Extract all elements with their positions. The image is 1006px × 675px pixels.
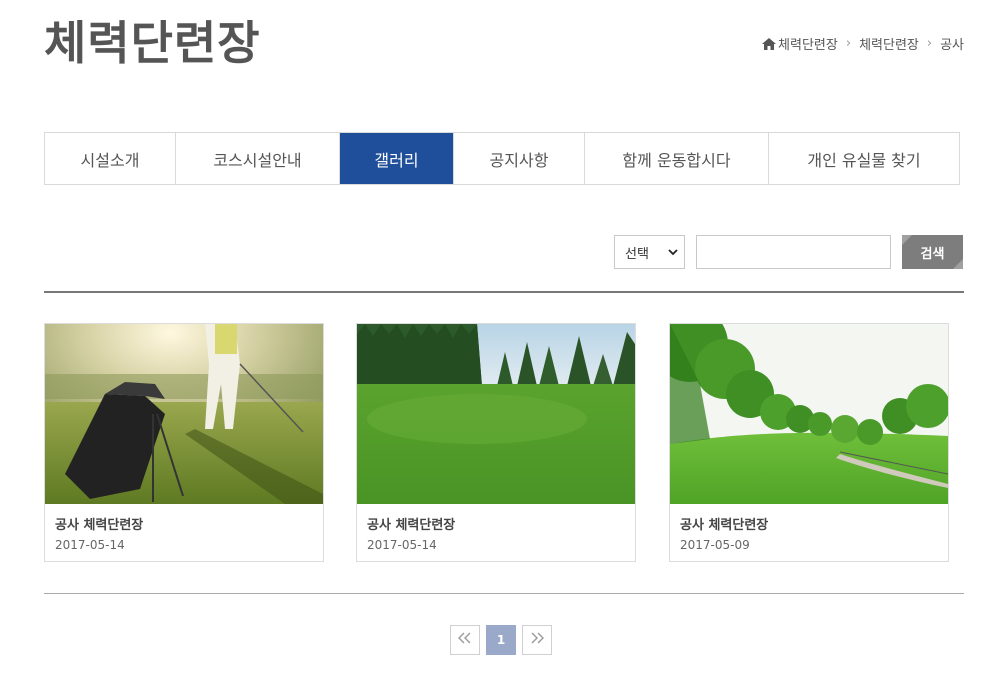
double-chevron-right-icon	[530, 632, 544, 648]
gallery-card-date: 2017-05-09	[680, 538, 750, 552]
search-type-value: 선택	[625, 246, 649, 262]
breadcrumb-home[interactable]: 체력단련장	[762, 34, 838, 53]
search-button-label: 검색	[920, 246, 945, 262]
breadcrumb-item[interactable]: 체력단련장	[778, 34, 838, 53]
chevron-right-icon: ›	[926, 36, 933, 51]
gallery-thumbnail[interactable]	[357, 324, 635, 504]
gallery-card-date: 2017-05-14	[367, 538, 437, 552]
page-title: 체력단련장	[44, 16, 261, 70]
search-type-select[interactable]: 선택	[614, 235, 685, 269]
gallery-thumbnail[interactable]	[45, 324, 323, 504]
tab-exercise-together[interactable]: 함께 운동합시다	[585, 133, 769, 184]
breadcrumb: 체력단련장 › 체력단련장 › 공사	[762, 34, 964, 53]
button-corner-decoration	[902, 235, 912, 245]
gallery-card-title[interactable]: 공사 체력단련장	[367, 514, 455, 533]
home-icon	[762, 37, 777, 50]
divider	[44, 593, 964, 594]
gallery-card[interactable]: 공사 체력단련장 2017-05-14	[44, 323, 324, 562]
search-input[interactable]	[696, 235, 891, 269]
tab-lost-and-found[interactable]: 개인 유실물 찾기	[769, 133, 959, 184]
tab-facility-intro[interactable]: 시설소개	[45, 133, 176, 184]
search-bar: 선택 검색	[614, 235, 963, 269]
search-button[interactable]: 검색	[902, 235, 963, 269]
breadcrumb-item: 공사	[940, 38, 964, 53]
next-page-button[interactable]	[522, 625, 552, 655]
tab-notices[interactable]: 공지사항	[454, 133, 585, 184]
pagination: 1	[450, 625, 552, 655]
tab-gallery[interactable]: 갤러리	[340, 133, 454, 184]
gallery-card-date: 2017-05-14	[55, 538, 125, 552]
gallery-card-title[interactable]: 공사 체력단련장	[680, 514, 768, 533]
gallery-card[interactable]: 공사 체력단련장 2017-05-09	[669, 323, 949, 562]
button-corner-decoration	[953, 259, 963, 269]
gallery-thumbnail[interactable]	[670, 324, 948, 504]
prev-page-button[interactable]	[450, 625, 480, 655]
chevron-right-icon: ›	[845, 36, 852, 51]
category-tabs: 시설소개 코스시설안내 갤러리 공지사항 함께 운동합시다 개인 유실물 찾기	[44, 132, 960, 185]
divider	[44, 291, 964, 293]
gallery-card-title[interactable]: 공사 체력단련장	[55, 514, 143, 533]
double-chevron-left-icon	[458, 632, 472, 648]
gallery-card[interactable]: 공사 체력단련장 2017-05-14	[356, 323, 636, 562]
chevron-down-icon	[668, 245, 678, 260]
page-number-current[interactable]: 1	[486, 625, 516, 655]
tab-course-facilities[interactable]: 코스시설안내	[176, 133, 340, 184]
breadcrumb-item[interactable]: 체력단련장	[859, 34, 919, 53]
